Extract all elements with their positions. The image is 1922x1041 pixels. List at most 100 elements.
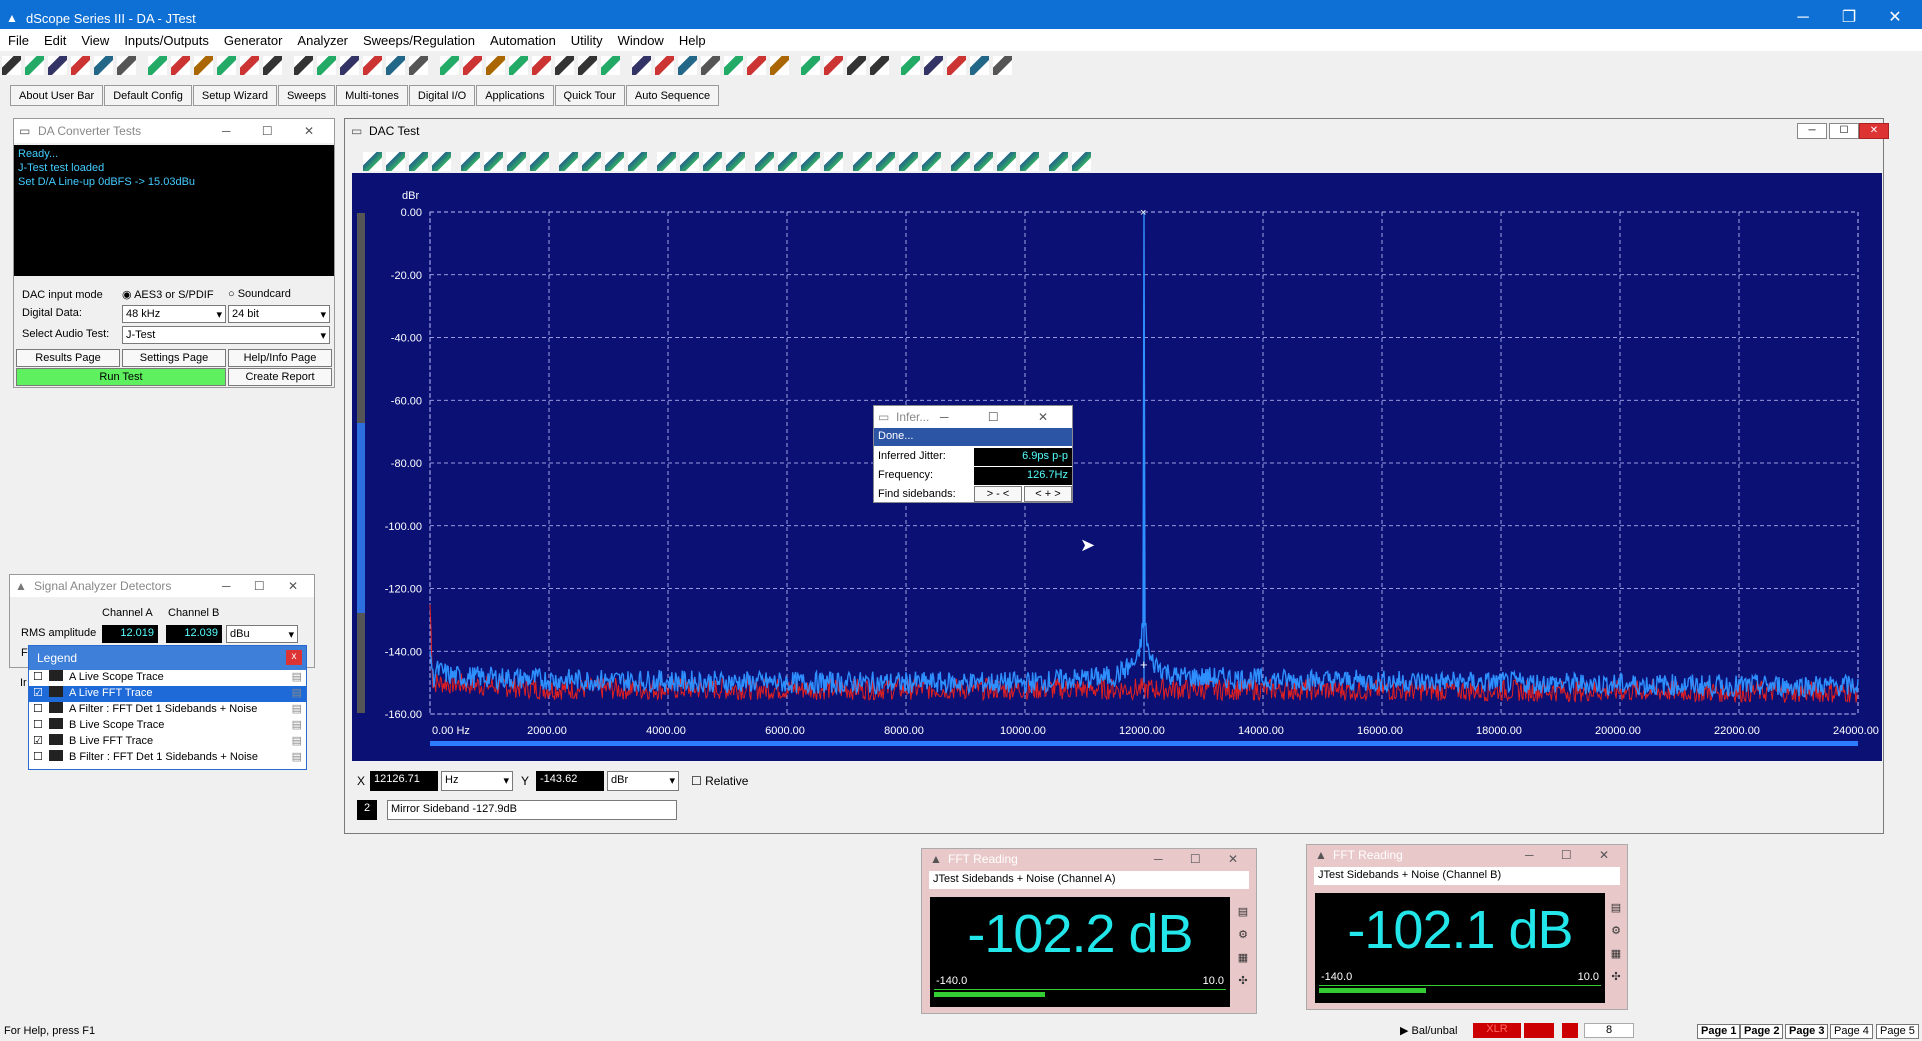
- bit-depth-select[interactable]: 24 bit ▾: [228, 305, 330, 323]
- graph-tool-icon[interactable]: [951, 152, 970, 171]
- legend-checkbox[interactable]: ☑: [33, 686, 47, 699]
- toolbar-button-icon[interactable]: [578, 56, 597, 75]
- page-1-tab[interactable]: Page 1: [1697, 1024, 1741, 1039]
- legend-edit-icon[interactable]: ▤: [292, 718, 302, 731]
- toolbar-button-icon[interactable]: [317, 56, 336, 75]
- page-3-tab[interactable]: Page 3: [1785, 1024, 1829, 1039]
- page-5-tab[interactable]: Page 5: [1876, 1024, 1919, 1039]
- toolbar-button-icon[interactable]: [117, 56, 136, 75]
- graph-tool-icon[interactable]: [1049, 152, 1068, 171]
- toolbar-button-icon[interactable]: [655, 56, 674, 75]
- graph-tool-icon[interactable]: [582, 152, 601, 171]
- legend-item[interactable]: ☐ B Filter : FFT Det 1 Sidebands + Noise ▤: [29, 750, 306, 766]
- legend-edit-icon[interactable]: ▤: [292, 734, 302, 747]
- toolbar-button-icon[interactable]: [970, 56, 989, 75]
- dac-minimize-button[interactable]: ─: [1797, 123, 1827, 139]
- menu-sweeps[interactable]: Sweeps/Regulation: [355, 29, 482, 48]
- multitones-button[interactable]: Multi-tones: [336, 85, 408, 106]
- cursor-x-value[interactable]: 12126.71: [370, 771, 438, 791]
- toolbar-button-icon[interactable]: [71, 56, 90, 75]
- setup-wizard-button[interactable]: Setup Wizard: [192, 85, 277, 106]
- auto-sequence-button[interactable]: Auto Sequence: [625, 85, 720, 106]
- run-test-button[interactable]: Run Test: [16, 368, 226, 386]
- legend-edit-icon[interactable]: ▤: [292, 702, 302, 715]
- graph-y-scroll-thumb[interactable]: [357, 423, 365, 613]
- fft-b-window-buttons[interactable]: ─ ☐ ✕: [1525, 845, 1621, 865]
- legend-edit-icon[interactable]: ▤: [292, 686, 302, 699]
- help-info-page-button[interactable]: Help/Info Page: [228, 349, 332, 367]
- toolbar-button-icon[interactable]: [171, 56, 190, 75]
- x-unit-select[interactable]: Hz ▾: [441, 771, 513, 791]
- sample-rate-select[interactable]: 48 kHz ▾: [122, 305, 226, 323]
- graph-tool-icon[interactable]: [801, 152, 820, 171]
- menu-utility[interactable]: Utility: [563, 29, 610, 48]
- results-page-button[interactable]: Results Page: [16, 349, 120, 367]
- toolbar-button-icon[interactable]: [901, 56, 920, 75]
- graph-tool-icon[interactable]: [726, 152, 745, 171]
- fft-graph[interactable]: 0.00 Hz 2000.00 4000.00 6000.00 8000.00 10000…: [352, 173, 1882, 761]
- toolbar-button-icon[interactable]: [409, 56, 428, 75]
- legend-checkbox[interactable]: ☐: [33, 702, 47, 715]
- radio-soundcard[interactable]: ○ Soundcard: [228, 288, 291, 300]
- graph-tool-icon[interactable]: [432, 152, 451, 171]
- dac-maximize-button[interactable]: ☐: [1829, 123, 1859, 139]
- graph-tool-icon[interactable]: [922, 152, 941, 171]
- toolbar-button-icon[interactable]: [870, 56, 889, 75]
- toolbar-button-icon[interactable]: [555, 56, 574, 75]
- cursor-y-value[interactable]: -143.62: [536, 771, 604, 791]
- toolbar-button-icon[interactable]: [724, 56, 743, 75]
- graph-x-scrollbar[interactable]: [430, 741, 1858, 746]
- graph-tool-icon[interactable]: [755, 152, 774, 171]
- toolbar-button-icon[interactable]: [847, 56, 866, 75]
- fft-a-window-buttons[interactable]: ─ ☐ ✕: [1154, 849, 1250, 869]
- graph-tool-icon[interactable]: [899, 152, 918, 171]
- toolbar-button-icon[interactable]: [486, 56, 505, 75]
- menu-view[interactable]: View: [73, 29, 116, 48]
- toolbar-button-icon[interactable]: [263, 56, 282, 75]
- applications-button[interactable]: Applications: [476, 85, 554, 106]
- toolbar-button-icon[interactable]: [632, 56, 651, 75]
- graph-tool-icon[interactable]: [1072, 152, 1091, 171]
- toolbar-button-icon[interactable]: [363, 56, 382, 75]
- page-2-tab[interactable]: Page 2: [1740, 1024, 1784, 1039]
- radio-aes3[interactable]: ◉ AES3 or S/PDIF: [122, 288, 214, 301]
- toolbar-button-icon[interactable]: [2, 56, 21, 75]
- toolbar-button-icon[interactable]: [801, 56, 820, 75]
- sidebands-wide-button[interactable]: < + >: [1024, 486, 1072, 502]
- menu-inputs-outputs[interactable]: Inputs/Outputs: [116, 29, 216, 48]
- graph-tool-icon[interactable]: [409, 152, 428, 171]
- graph-y-scrollbar[interactable]: [357, 213, 365, 713]
- legend-checkbox[interactable]: ☐: [33, 750, 47, 763]
- menu-window[interactable]: Window: [610, 29, 671, 48]
- legend-checkbox[interactable]: ☐: [33, 670, 47, 683]
- graph-tool-icon[interactable]: [628, 152, 647, 171]
- settings-page-button[interactable]: Settings Page: [122, 349, 226, 367]
- legend-item[interactable]: ☐ A Filter : FFT Det 1 Sidebands + Noise ▤: [29, 702, 306, 718]
- dac-close-button[interactable]: ✕: [1859, 123, 1889, 139]
- toolbar-button-icon[interactable]: [340, 56, 359, 75]
- graph-tool-icon[interactable]: [974, 152, 993, 171]
- graph-tool-icon[interactable]: [657, 152, 676, 171]
- fft-b-side-buttons[interactable]: ▤ ⚙ ▦ ✣: [1607, 897, 1625, 997]
- menu-file[interactable]: File: [0, 29, 36, 48]
- detector-unit-select[interactable]: dBu ▾: [226, 625, 298, 643]
- create-report-button[interactable]: Create Report: [228, 368, 332, 386]
- toolbar-button-icon[interactable]: [770, 56, 789, 75]
- graph-tool-icon[interactable]: [507, 152, 526, 171]
- graph-tool-icon[interactable]: [530, 152, 549, 171]
- graph-tool-icon[interactable]: [386, 152, 405, 171]
- toolbar-button-icon[interactable]: [701, 56, 720, 75]
- sidebands-narrow-button[interactable]: > - <: [974, 486, 1022, 502]
- marker-text-field[interactable]: Mirror Sideband -127.9dB: [387, 800, 677, 820]
- toolbar-button-icon[interactable]: [601, 56, 620, 75]
- menu-edit[interactable]: Edit: [36, 29, 73, 48]
- audio-test-select[interactable]: J-Test ▾: [122, 326, 330, 344]
- toolbar-button-icon[interactable]: [532, 56, 551, 75]
- menu-help[interactable]: Help: [671, 29, 713, 48]
- y-unit-select[interactable]: dBr ▾: [607, 771, 679, 791]
- graph-tool-icon[interactable]: [778, 152, 797, 171]
- graph-tool-icon[interactable]: [484, 152, 503, 171]
- legend-checkbox[interactable]: ☑: [33, 734, 47, 747]
- menu-generator[interactable]: Generator: [216, 29, 290, 48]
- toolbar-button-icon[interactable]: [678, 56, 697, 75]
